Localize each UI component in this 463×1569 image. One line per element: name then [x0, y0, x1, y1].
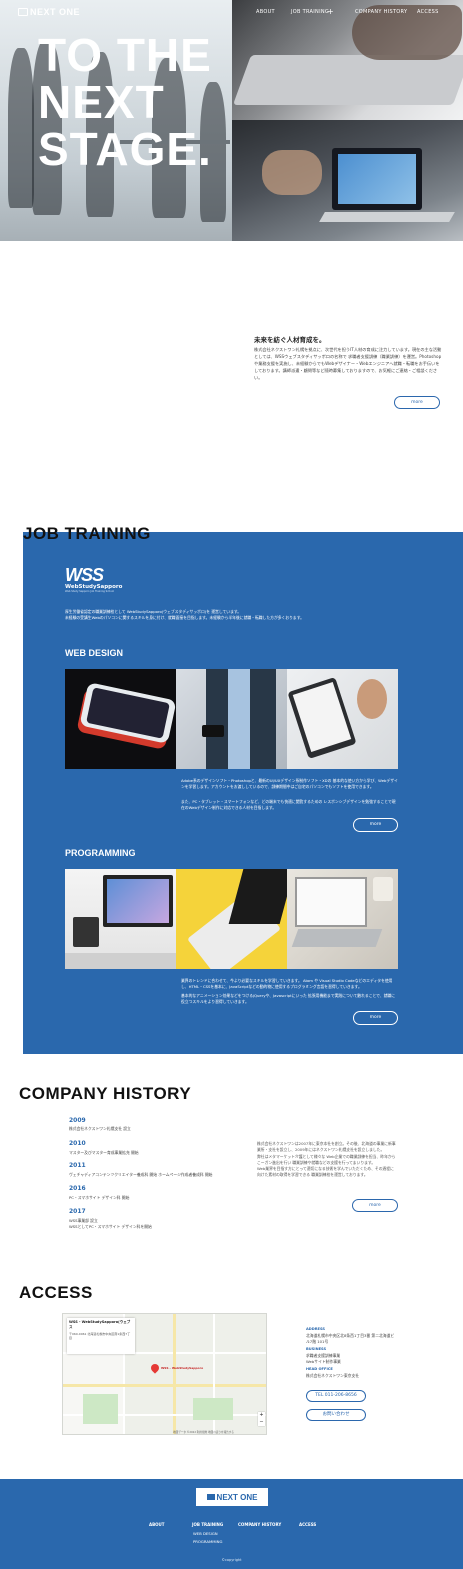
- footer-sub-web-design[interactable]: WEB DESIGN: [193, 1531, 218, 1536]
- wss-logo: WSS WebStudySapporo Web Study Sapporo Jo…: [65, 565, 123, 593]
- map-pin-label: WSS - WebStudySapporo: [161, 1366, 204, 1370]
- nav-job-training[interactable]: JOB TRAINING: [291, 9, 329, 15]
- contact-button[interactable]: お問い合わせ: [306, 1409, 366, 1421]
- history-body: 株式会社ネクストワンは2007年に東京本社を創立。その後、北海道の事業に新事業所…: [257, 1141, 396, 1178]
- footer-nav-job-training[interactable]: JOB TRAINING: [192, 1522, 223, 1527]
- office-label: HEAD OFFICE: [306, 1367, 333, 1371]
- history-year: 2011: [69, 1162, 86, 1169]
- about-body: 株式会社ネクストワン札幌を拠点に、次世代を担うIT人材の育成に注力しています。現…: [254, 347, 442, 380]
- nav-access[interactable]: ACCESS: [417, 9, 439, 15]
- about-heading: 未来を紡ぐ人材育成を。: [254, 336, 326, 344]
- nav-expand-plus-icon[interactable]: +: [327, 7, 334, 16]
- history-text: WSS事業部 設立 WSSとしてPC・スマホサイト デザイン科を開始: [69, 1218, 152, 1229]
- job-training-title: JOB TRAINING: [23, 524, 151, 543]
- history-text: 株式会社ネクストワン札幌支社 設立: [69, 1126, 131, 1131]
- photo-smartphone: [65, 669, 176, 769]
- logo-mark-icon: [18, 8, 28, 16]
- history-text: マスター及びマスター育成事業拡充 開始: [69, 1150, 139, 1155]
- nav-about[interactable]: ABOUT: [256, 9, 275, 15]
- photo-businessman-phone: [176, 669, 287, 769]
- map-zoom-controls[interactable]: + −: [258, 1412, 265, 1426]
- hero-photo-laptop: [232, 120, 463, 241]
- footer-nav-access[interactable]: ACCESS: [299, 1522, 316, 1527]
- web-design-more-button[interactable]: more: [353, 818, 398, 832]
- google-map[interactable]: WSS - WebStudySapporo(ウェブス 〒060-0061 北海道…: [62, 1313, 267, 1435]
- programming-more-button[interactable]: more: [353, 1011, 398, 1025]
- footer-sub-programming[interactable]: PROGRAMMING: [193, 1539, 222, 1544]
- photo-tablet: [287, 669, 398, 769]
- site-logo[interactable]: NEXT ONE: [18, 7, 80, 17]
- web-design-desc-2: また、PC・タブレット・スマートフォンなど、どの端末でも快適に閲覧するための レ…: [181, 799, 396, 811]
- history-year: 2009: [69, 1117, 86, 1124]
- hero-title: TO THE NEXT STAGE.: [38, 29, 212, 175]
- footer-logo-mark-icon: [206, 1494, 215, 1500]
- history-year: 2017: [69, 1208, 86, 1215]
- business-label: BUSINESS: [306, 1347, 327, 1351]
- nav-company-history[interactable]: COMPANY HISTORY: [355, 9, 407, 15]
- tel-button[interactable]: TEL 011-206-8656: [306, 1390, 366, 1402]
- photo-imac-desk: [65, 869, 176, 969]
- map-footer: 地図データ ©2022 利用規約 地図の誤りを報告する: [173, 1431, 234, 1434]
- footer-nav-company-history[interactable]: COMPANY HISTORY: [238, 1522, 281, 1527]
- photo-keyboard-yellow: [176, 869, 287, 969]
- web-design-title: WEB DESIGN: [65, 648, 124, 658]
- company-history-title: COMPANY HISTORY: [19, 1084, 192, 1103]
- access-title: ACCESS: [19, 1283, 93, 1302]
- address-label: ADDRESS: [306, 1327, 325, 1331]
- history-year: 2010: [69, 1140, 86, 1147]
- business-text: 求職者支援訓練事業 Webサイト制作事業: [306, 1353, 341, 1364]
- footer-logo[interactable]: NEXT ONE: [196, 1488, 268, 1506]
- programming-title: PROGRAMMING: [65, 848, 136, 858]
- history-text: ヴェチャディアコンテンツクリエイター養成科 開始 ホームページ作成者養成科 開始: [69, 1172, 213, 1177]
- map-pin-icon[interactable]: [149, 1362, 161, 1374]
- map-info-card: WSS - WebStudySapporo(ウェブス 〒060-0061 北海道…: [67, 1318, 135, 1354]
- copyright: ©copyright: [221, 1558, 242, 1562]
- photo-laptop-google: [287, 869, 398, 969]
- about-more-button[interactable]: more: [394, 396, 440, 409]
- address-text: 北海道札幌市中央区北8条西1丁目3番 第二北海道ビル7階 101号: [306, 1333, 395, 1344]
- web-design-desc-1: Adobe系のデザインソフト・Photoshopと、最新のUI/UXデザイン系制…: [181, 778, 398, 790]
- history-text: PC・スマホサイト デザイン科 開始: [69, 1195, 130, 1200]
- job-training-intro: 厚生労働省認定の職業訓練校として WebStudySapporo(ウェブスタディ…: [65, 609, 304, 620]
- programming-desc-1: 業界のトレンドに合わせて、今より必要なスキルを学習していきます。 Atom や …: [181, 978, 393, 990]
- history-year: 2016: [69, 1185, 86, 1192]
- programming-desc-2: 基本的なアニメーション効果などをつけるjQueryや、Javascriptにいっ…: [181, 993, 396, 1005]
- top-nav-bar: NEXT ONE ABOUT JOB TRAINING + COMPANY HI…: [0, 0, 463, 26]
- office-text: 株式会社ネクストワン東京支社: [306, 1373, 360, 1378]
- footer-nav-about[interactable]: ABOUT: [149, 1522, 165, 1527]
- history-more-button[interactable]: more: [352, 1199, 398, 1212]
